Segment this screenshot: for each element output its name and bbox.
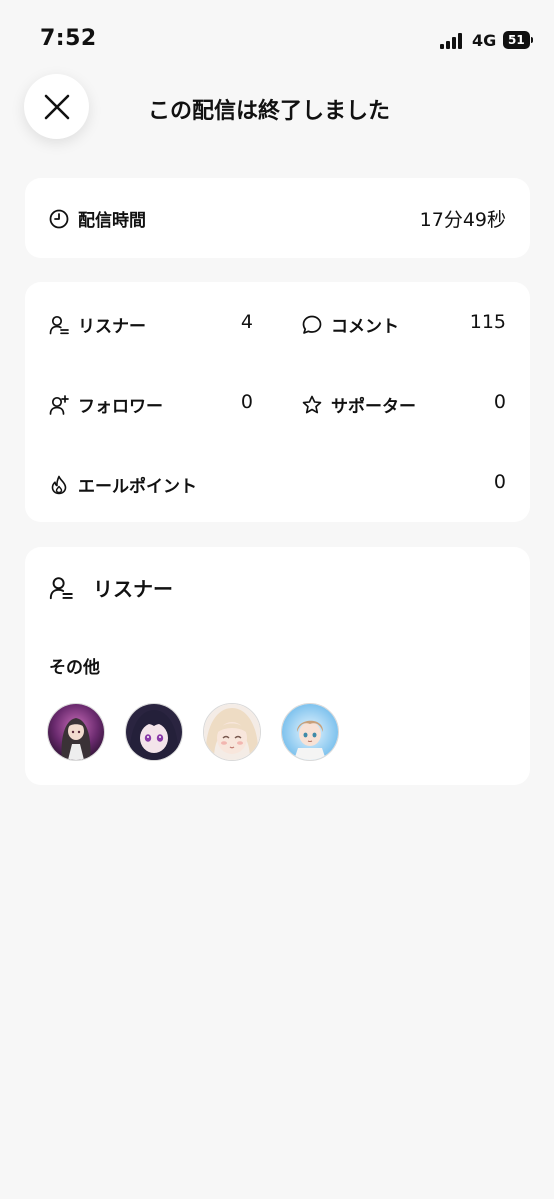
listener-avatar[interactable]	[281, 703, 339, 761]
person-add-icon	[49, 394, 69, 415]
clock-icon	[49, 209, 69, 228]
stat-listeners-label: リスナー	[78, 317, 146, 337]
listener-avatar[interactable]	[47, 703, 105, 761]
person-icon	[49, 315, 69, 334]
stat-comments-value: 115	[469, 311, 506, 333]
stat-supporters: サポーター	[302, 392, 416, 417]
stat-listeners: リスナー	[49, 312, 146, 337]
close-button[interactable]	[24, 74, 89, 139]
battery-tip	[531, 37, 533, 43]
stat-yell-points-label: エールポイント	[78, 477, 197, 497]
avatar-list	[47, 703, 359, 761]
stat-listeners-value: 4	[240, 311, 253, 333]
listener-list-card: リスナー その他	[25, 547, 530, 785]
duration-card: 配信時間 17分49秒	[25, 178, 530, 258]
flame-icon	[51, 475, 67, 494]
signal-icon	[440, 32, 466, 49]
duration-label: 配信時間	[78, 211, 146, 231]
stat-followers: フォロワー	[49, 392, 163, 417]
stat-supporters-value: 0	[493, 391, 506, 413]
speech-bubble-icon	[302, 315, 322, 334]
stat-followers-value: 0	[240, 391, 253, 413]
network-type: 4G	[472, 31, 497, 50]
listener-group-label: その他	[49, 658, 100, 678]
stat-followers-label: フォロワー	[78, 397, 163, 417]
stat-yell-points: エールポイント	[49, 472, 197, 497]
duration-value: 17分49秒	[419, 209, 506, 231]
close-icon	[44, 94, 69, 119]
status-time: 7:52	[40, 26, 97, 51]
listener-section-title: リスナー	[93, 577, 173, 601]
person-icon	[49, 576, 73, 599]
stat-supporters-label: サポーター	[331, 397, 416, 417]
listener-section-heading: リスナー	[49, 573, 173, 602]
star-icon	[302, 395, 322, 413]
battery-icon: 51	[503, 31, 530, 49]
listener-avatar[interactable]	[125, 703, 183, 761]
stats-card: リスナー 4 コメント 115 フォロワー 0 サポーター 0 エールポイント …	[25, 282, 530, 522]
page-title: この配信は終了しました	[148, 99, 391, 124]
listener-avatar[interactable]	[203, 703, 261, 761]
duration-label-row: 配信時間	[49, 206, 146, 231]
status-bar: 7:52 4G 51	[0, 0, 554, 70]
battery-level: 51	[508, 33, 525, 47]
stat-yell-points-value: 0	[493, 471, 506, 493]
stat-comments-label: コメント	[331, 317, 399, 337]
stat-comments: コメント	[302, 312, 399, 337]
